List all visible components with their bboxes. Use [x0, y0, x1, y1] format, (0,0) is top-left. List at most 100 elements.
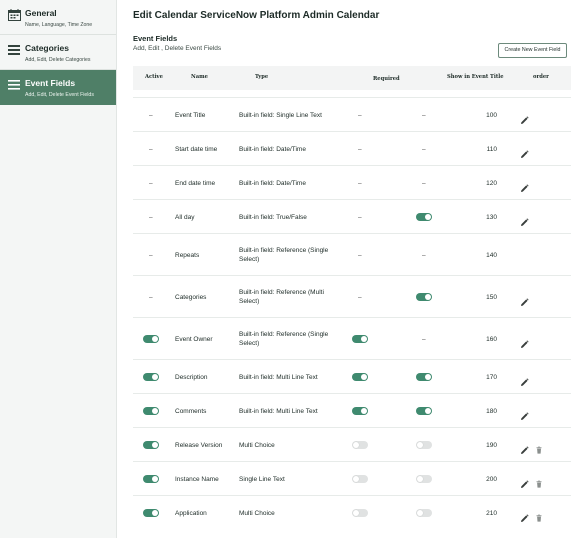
- show-in-title-empty: –: [422, 145, 426, 153]
- field-order: 170: [486, 373, 497, 381]
- toggle-knob: [417, 442, 423, 448]
- active-toggle[interactable]: [143, 441, 159, 449]
- active-toggle[interactable]: [143, 335, 159, 343]
- table-row: – Repeats Built-in field: Reference (Singl…: [133, 233, 571, 275]
- required-toggle[interactable]: [352, 475, 368, 483]
- field-name: Release Version: [175, 441, 223, 449]
- column-header-type: Type: [255, 74, 269, 80]
- toggle-knob: [361, 408, 367, 414]
- sidebar-item-subtitle: Name, Language, Time Zone: [25, 22, 93, 28]
- column-header-name: Name: [191, 74, 208, 80]
- show-in-title-toggle[interactable]: [416, 407, 432, 415]
- edit-icon[interactable]: [520, 336, 529, 348]
- toggle-knob: [152, 336, 158, 342]
- field-order: 160: [486, 335, 497, 343]
- categories-icon: [8, 43, 21, 55]
- edit-icon[interactable]: [520, 294, 529, 306]
- table-row: Instance Name Single Line Text 200: [133, 461, 571, 495]
- field-order: 140: [486, 251, 497, 259]
- edit-icon[interactable]: [520, 146, 529, 158]
- toggle-knob: [361, 336, 367, 342]
- field-order: 190: [486, 441, 497, 449]
- list-icon: [8, 78, 21, 90]
- toggle-knob: [353, 476, 359, 482]
- sidebar-item-subtitle: Add, Edit, Delete Event Fields: [25, 92, 94, 98]
- toggle-knob: [152, 476, 158, 482]
- toggle-knob: [152, 408, 158, 414]
- field-order: 210: [486, 509, 497, 517]
- required-toggle[interactable]: [352, 335, 368, 343]
- edit-icon[interactable]: [520, 442, 529, 454]
- required-toggle[interactable]: [352, 509, 368, 517]
- sidebar: General Name, Language, Time Zone Catego…: [0, 0, 117, 538]
- field-type: Multi Choice: [239, 441, 275, 449]
- show-in-title-toggle[interactable]: [416, 441, 432, 449]
- show-in-title-toggle[interactable]: [416, 475, 432, 483]
- field-name: Instance Name: [175, 475, 219, 483]
- toggle-knob: [152, 442, 158, 448]
- required-empty: –: [358, 145, 362, 153]
- active-empty: –: [149, 179, 153, 187]
- show-in-title-empty: –: [422, 335, 426, 343]
- field-type: Built-in field: Reference (Single Select…: [239, 247, 329, 263]
- required-empty: –: [358, 111, 362, 119]
- active-toggle[interactable]: [143, 407, 159, 415]
- active-toggle[interactable]: [143, 509, 159, 517]
- field-type: Built-in field: Single Line Text: [239, 111, 322, 119]
- edit-icon[interactable]: [520, 510, 529, 522]
- create-new-event-field-button[interactable]: Create New Event Field: [498, 43, 567, 58]
- active-toggle[interactable]: [143, 475, 159, 483]
- table-row: – Categories Built-in field: Reference (Mu…: [133, 275, 571, 317]
- sidebar-item-label: Categories: [25, 43, 69, 53]
- field-name: Categories: [175, 293, 207, 301]
- required-toggle[interactable]: [352, 441, 368, 449]
- required-toggle[interactable]: [352, 373, 368, 381]
- column-header-show-in-title: Show in Event Title: [447, 74, 504, 80]
- show-in-title-toggle[interactable]: [416, 373, 432, 381]
- sidebar-item-subtitle: Add, Edit, Delete Categories: [25, 57, 91, 63]
- show-in-title-empty: –: [422, 179, 426, 187]
- calendar-icon: [8, 8, 21, 21]
- sidebar-item-event-fields[interactable]: Event Fields Add, Edit, Delete Event Fie…: [0, 70, 116, 105]
- edit-icon[interactable]: [520, 374, 529, 386]
- field-order: 100: [486, 111, 497, 119]
- toggle-knob: [425, 214, 431, 220]
- show-in-title-toggle[interactable]: [416, 293, 432, 301]
- active-toggle[interactable]: [143, 373, 159, 381]
- required-empty: –: [358, 213, 362, 221]
- toggle-knob: [152, 374, 158, 380]
- edit-icon[interactable]: [520, 214, 529, 226]
- required-toggle[interactable]: [352, 407, 368, 415]
- edit-icon[interactable]: [520, 180, 529, 192]
- field-type: Built-in field: Multi Line Text: [239, 407, 318, 415]
- delete-icon[interactable]: [535, 510, 544, 522]
- page-title: Edit Calendar ServiceNow Platform Admin …: [133, 10, 380, 21]
- toggle-knob: [361, 374, 367, 380]
- table-row: – Event Title Built-in field: Single Line …: [133, 97, 571, 131]
- delete-icon[interactable]: [535, 442, 544, 454]
- field-name: Event Owner: [175, 335, 213, 343]
- field-type: Built-in field: Reference (Single Select…: [239, 331, 329, 347]
- edit-icon[interactable]: [520, 112, 529, 124]
- column-header-order: order: [533, 74, 549, 80]
- sidebar-item-general[interactable]: General Name, Language, Time Zone: [0, 0, 116, 35]
- field-order: 130: [486, 213, 497, 221]
- section-subtitle: Add, Edit , Delete Event Fields: [133, 45, 222, 52]
- toggle-knob: [417, 510, 423, 516]
- table-row: Comments Built-in field: Multi Line Text 1…: [133, 393, 571, 427]
- table-row: – All day Built-in field: True/False – 130: [133, 199, 571, 233]
- sidebar-item-categories[interactable]: Categories Add, Edit, Delete Categories: [0, 35, 116, 70]
- edit-icon[interactable]: [520, 476, 529, 488]
- edit-icon[interactable]: [520, 408, 529, 420]
- column-header-required: Required: [373, 76, 400, 82]
- show-in-title-toggle[interactable]: [416, 213, 432, 221]
- show-in-title-empty: –: [422, 111, 426, 119]
- toggle-knob: [425, 374, 431, 380]
- delete-icon[interactable]: [535, 476, 544, 488]
- required-empty: –: [358, 179, 362, 187]
- section-title: Event Fields: [133, 34, 178, 43]
- field-name: Repeats: [175, 251, 200, 259]
- toggle-knob: [152, 510, 158, 516]
- show-in-title-toggle[interactable]: [416, 509, 432, 517]
- show-in-title-empty: –: [422, 251, 426, 259]
